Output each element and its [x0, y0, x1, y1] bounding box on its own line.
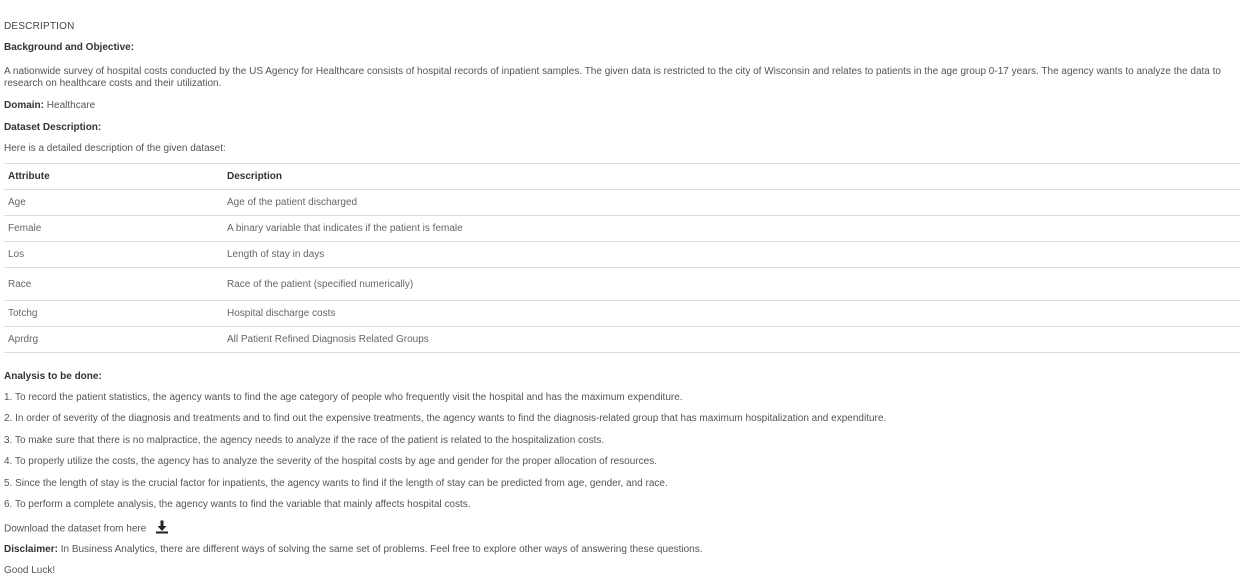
download-text: Download the dataset from here — [4, 523, 147, 535]
analysis-item: 2. In order of severity of the diagnosis… — [4, 413, 887, 424]
dataset-heading: Dataset Description: — [4, 122, 102, 133]
disclaimer-label: Disclaimer: — [4, 544, 58, 555]
column-header-attribute: Attribute — [4, 163, 223, 190]
attribute-cell: Race — [4, 267, 223, 301]
table-row: Los Length of stay in days — [4, 241, 1240, 268]
description-cell: Length of stay in days — [223, 241, 1240, 268]
table-row: Race Race of the patient (specified nume… — [4, 267, 1240, 301]
description-cell: Race of the patient (specified numerical… — [223, 267, 1240, 301]
table-row: Age Age of the patient discharged — [4, 189, 1240, 216]
attribute-cell: Aprdrg — [4, 326, 223, 353]
section-title: DESCRIPTION — [4, 21, 75, 32]
description-cell: Hospital discharge costs — [223, 300, 1240, 327]
attribute-cell: Female — [4, 215, 223, 242]
disclaimer-text: In Business Analytics, there are differe… — [60, 544, 703, 555]
background-heading: Background and Objective: — [4, 42, 135, 53]
domain-line: Domain: Healthcare — [4, 100, 95, 112]
download-icon[interactable] — [155, 520, 169, 538]
background-text: A nationwide survey of hospital costs co… — [4, 66, 1221, 89]
dataset-intro: Here is a detailed description of the gi… — [4, 143, 226, 154]
closing-text: Good Luck! — [4, 565, 56, 576]
description-cell: Age of the patient discharged — [223, 189, 1240, 216]
analysis-item: 3. To make sure that there is no malprac… — [4, 435, 605, 446]
attribute-cell: Totchg — [4, 300, 223, 327]
domain-value: Healthcare — [46, 100, 96, 111]
table-row: Aprdrg All Patient Refined Diagnosis Rel… — [4, 326, 1240, 353]
analysis-item: 4. To properly utilize the costs, the ag… — [4, 456, 657, 467]
attribute-cell: Los — [4, 241, 223, 268]
analysis-item: 6. To perform a complete analysis, the a… — [4, 499, 471, 510]
table-row: Totchg Hospital discharge costs — [4, 300, 1240, 327]
column-header-description: Description — [223, 163, 1240, 190]
attribute-table: Attribute Description Age Age of the pat… — [4, 163, 1240, 353]
description-cell: All Patient Refined Diagnosis Related Gr… — [223, 326, 1240, 353]
attribute-cell: Age — [4, 189, 223, 216]
disclaimer-line: Disclaimer: In Business Analytics, there… — [4, 544, 703, 556]
analysis-heading: Analysis to be done: — [4, 371, 102, 382]
analysis-item: 5. Since the length of stay is the cruci… — [4, 478, 668, 489]
domain-label: Domain: — [4, 100, 44, 111]
analysis-item: 1. To record the patient statistics, the… — [4, 392, 683, 403]
table-row: Female A binary variable that indicates … — [4, 215, 1240, 242]
description-cell: A binary variable that indicates if the … — [223, 215, 1240, 242]
download-line: Download the dataset from here — [4, 520, 169, 538]
table-header-row: Attribute Description — [4, 163, 1240, 190]
